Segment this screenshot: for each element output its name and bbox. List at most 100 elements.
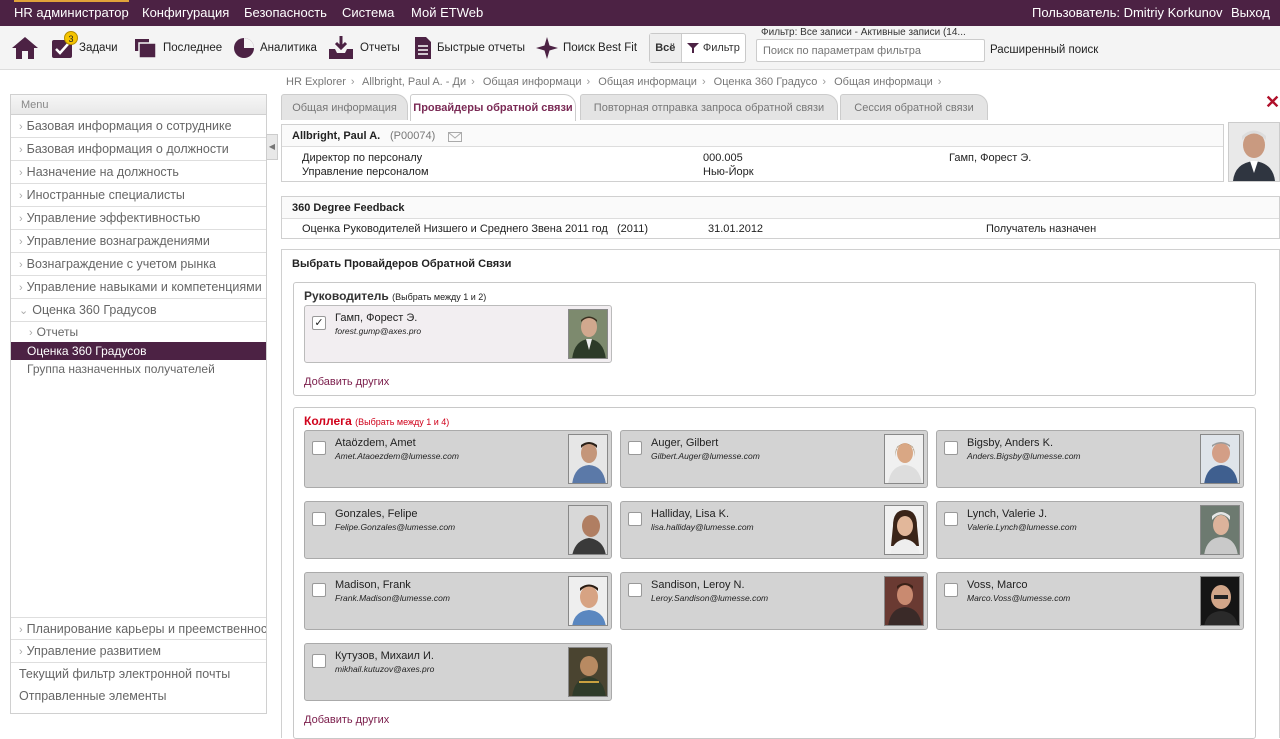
sidebar-item-development[interactable]: › Управление развитием [11, 640, 266, 663]
recent-button[interactable]: Последнее [134, 35, 222, 61]
chevron-right-icon: › [19, 121, 23, 133]
provider-card[interactable]: Gonzales, Felipe Felipe.Gonzales@lumesse… [304, 501, 612, 559]
tab-general-info[interactable]: Общая информация [281, 94, 408, 120]
provider-card[interactable]: Auger, Gilbert Gilbert.Auger@lumesse.com [620, 430, 928, 488]
logout-link[interactable]: Выход [1231, 0, 1270, 26]
quick-reports-button[interactable]: Быстрые отчеты [414, 35, 525, 61]
provider-checkbox[interactable]: ✓ [312, 316, 326, 330]
tab-resend-request[interactable]: Повторная отправка запроса обратной связ… [580, 94, 838, 120]
sidebar-item-career[interactable]: › Планирование карьеры и преемственности [11, 617, 266, 640]
nav-configuration[interactable]: Конфигурация [142, 0, 229, 26]
breadcrumb-item[interactable]: Оценка 360 Градусо [714, 76, 818, 88]
breadcrumb-item[interactable]: HR Explorer [286, 76, 346, 88]
chevron-right-icon: › [19, 646, 23, 658]
providers-panel: Выбрать Провайдеров Обратной Связи Руков… [281, 249, 1280, 739]
sidebar-item-label: Иностранные специалисты [26, 188, 185, 202]
provider-card[interactable]: Lynch, Valerie J. Valerie.Lynch@lumesse.… [936, 501, 1244, 559]
provider-checkbox[interactable] [944, 441, 958, 455]
pie-chart-icon [234, 38, 254, 58]
employee-department: Управление персоналом [302, 166, 429, 178]
sidebar-item-skills[interactable]: › Управление навыками и компетенциями [11, 276, 266, 299]
manager-group: Руководитель (Выбрать между 1 и 2) ✓ Гам… [293, 282, 1256, 396]
provider-checkbox[interactable] [628, 512, 642, 526]
sidebar-collapse-handle[interactable]: ◀ [266, 134, 278, 160]
sidebar-item-employee-info[interactable]: › Базовая информация о сотруднике [11, 115, 266, 138]
provider-checkbox[interactable] [312, 441, 326, 455]
sidebar-item-label: Базовая информация о сотруднике [26, 119, 232, 133]
add-managers-link[interactable]: Добавить других [304, 376, 389, 388]
breadcrumb-item[interactable]: Allbright, Paul A. - Ди [362, 76, 466, 88]
nav-security[interactable]: Безопасность [244, 0, 327, 26]
best-fit-button[interactable]: Поиск Best Fit [536, 35, 637, 61]
sidebar-subitem-recipient-group[interactable]: Группа назначенных получателей [11, 360, 266, 378]
email-icon[interactable] [448, 132, 462, 142]
filter-search-input[interactable] [756, 39, 985, 62]
sidebar-item-label: Управление развитием [26, 644, 162, 658]
employee-city: Нью-Йорк [703, 166, 754, 178]
tab-strip: Общая информация Провайдеры обратной свя… [281, 94, 1271, 121]
provider-card[interactable]: Bigsby, Anders K. Anders.Bigsby@lumesse.… [936, 430, 1244, 488]
breadcrumb-separator: › [350, 76, 355, 88]
sidebar-item-email-filter[interactable]: Текущий фильтр электронной почты [11, 663, 266, 685]
sidebar-item-sent-items[interactable]: Отправленные элементы [11, 685, 266, 707]
sidebar-item-360[interactable]: ⌄ Оценка 360 Градусов [11, 299, 266, 322]
nav-system[interactable]: Система [342, 0, 394, 26]
provider-email: Amet.Ataoezdem@lumesse.com [335, 451, 459, 461]
all-toggle[interactable]: Всё [650, 34, 682, 62]
group-title-text: Руководитель [304, 289, 389, 303]
funnel-icon [686, 43, 699, 53]
sidebar-menu: Menu › Базовая информация о сотруднике › Б… [10, 94, 267, 714]
provider-card[interactable]: Ataözdem, Amet Amet.Ataoezdem@lumesse.co… [304, 430, 612, 488]
sidebar-subitem-reports[interactable]: › Отчеты [11, 322, 266, 342]
breadcrumb-item[interactable]: Общая информаци [598, 76, 697, 88]
tasks-badge: 3 [64, 31, 78, 45]
provider-card[interactable]: Sandison, Leroy N. Leroy.Sandison@lumess… [620, 572, 928, 630]
provider-checkbox[interactable] [628, 583, 642, 597]
colleague-group: Коллега (Выбрать между 1 и 4) Ataözdem, … [293, 407, 1256, 739]
breadcrumb-separator: › [586, 76, 591, 88]
employee-header: Allbright, Paul A. (P00074) [282, 125, 1223, 147]
provider-card[interactable]: Madison, Frank Frank.Madison@lumesse.com [304, 572, 612, 630]
chevron-right-icon: › [19, 236, 23, 248]
breadcrumb-item[interactable]: Общая информаци [483, 76, 582, 88]
provider-card[interactable]: Voss, Marco Marco.Voss@lumesse.com [936, 572, 1244, 630]
reports-button[interactable]: Отчеты [327, 35, 400, 61]
tasks-button[interactable]: 3 Задачи [50, 31, 118, 61]
breadcrumb-item[interactable]: Общая информаци [834, 76, 933, 88]
analytics-button[interactable]: Аналитика [233, 35, 317, 61]
close-icon[interactable]: ✕ [1265, 93, 1280, 111]
provider-checkbox[interactable] [312, 583, 326, 597]
provider-checkbox[interactable] [628, 441, 642, 455]
provider-card[interactable]: Halliday, Lisa K. lisa.halliday@lumesse.… [620, 501, 928, 559]
nav-my-etweb[interactable]: Мой ETWeb [411, 0, 483, 26]
provider-email: Frank.Madison@lumesse.com [335, 593, 450, 603]
sidebar-item-label: Вознаграждение с учетом рынка [26, 257, 216, 271]
provider-checkbox[interactable] [944, 512, 958, 526]
tab-feedback-session[interactable]: Сессия обратной связи [840, 94, 988, 120]
provider-card[interactable]: Кутузов, Михаил И. mikhail.kutuzov@axes.… [304, 643, 612, 701]
nav-hr-admin[interactable]: HR администратор [14, 0, 129, 26]
sparkle-icon [536, 37, 558, 59]
employee-photo [1228, 122, 1280, 182]
tab-feedback-providers[interactable]: Провайдеры обратной связи [410, 94, 576, 121]
provider-card[interactable]: ✓ Гамп, Форест Э. forest.gump@axes.pro [304, 305, 612, 363]
provider-checkbox[interactable] [312, 512, 326, 526]
provider-checkbox[interactable] [312, 654, 326, 668]
sidebar-item-performance[interactable]: › Управление эффективностью [11, 207, 266, 230]
feedback-header: 360 Degree Feedback [282, 197, 1279, 219]
analytics-label: Аналитика [260, 42, 317, 54]
provider-checkbox[interactable] [944, 583, 958, 597]
sidebar-subitem-360-active[interactable]: Оценка 360 Градусов [11, 342, 266, 360]
filter-button[interactable]: Фильтр [682, 34, 745, 62]
employee-title: Директор по персоналу [302, 152, 423, 164]
sidebar-item-compensation[interactable]: › Управление вознаграждениями [11, 230, 266, 253]
add-colleagues-link[interactable]: Добавить других [304, 714, 389, 726]
sidebar-item-assignment[interactable]: › Назначение на должность [11, 161, 266, 184]
provider-name: Sandison, Leroy N. [651, 579, 745, 591]
chevron-right-icon: › [29, 327, 33, 339]
advanced-search-link[interactable]: Расширенный поиск [990, 44, 1098, 56]
home-button[interactable] [11, 35, 44, 61]
sidebar-item-market-reward[interactable]: › Вознаграждение с учетом рынка [11, 253, 266, 276]
sidebar-item-position-info[interactable]: › Базовая информация о должности [11, 138, 266, 161]
sidebar-item-expats[interactable]: › Иностранные специалисты [11, 184, 266, 207]
